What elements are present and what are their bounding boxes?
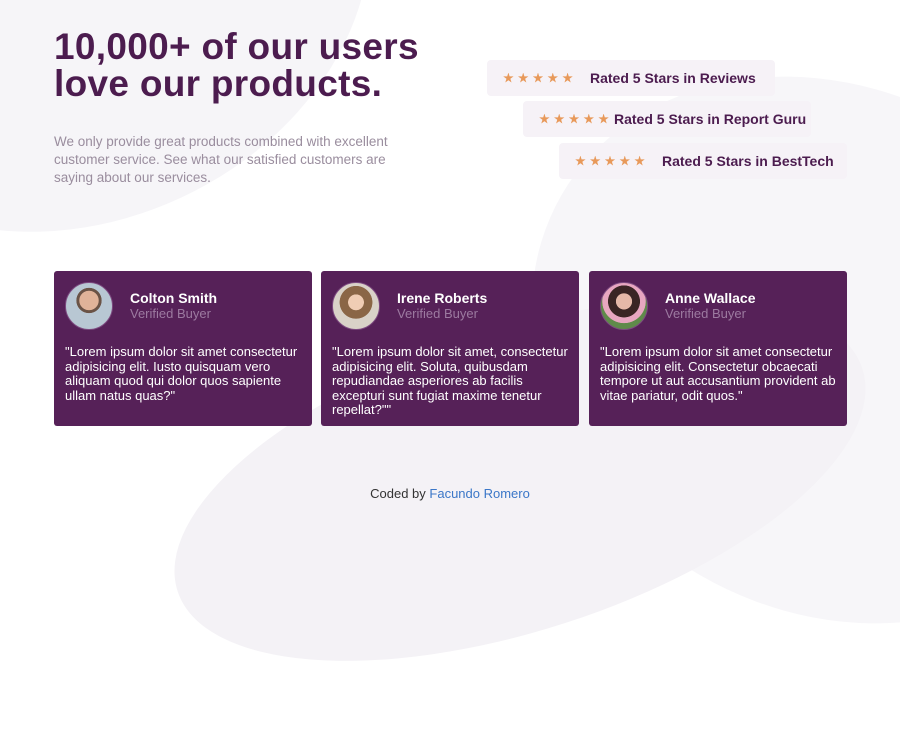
testimonial-card: Anne Wallace Verified Buyer "Lorem ipsum… — [589, 271, 847, 426]
attribution: Coded by Facundo Romero — [0, 486, 900, 501]
testimonial-quote: "Lorem ipsum dolor sit amet consectetur … — [65, 344, 298, 403]
reviewer-name: Colton Smith — [130, 290, 218, 306]
reviewer-name: Irene Roberts — [397, 290, 488, 306]
verified-badge: Verified Buyer — [130, 306, 211, 321]
intro-text: We only provide great products combined … — [54, 134, 388, 185]
star-icon — [554, 113, 565, 124]
star-icon — [590, 155, 601, 166]
star-rating — [539, 113, 609, 125]
star-icon — [547, 72, 558, 83]
title-line-2: love our products. — [54, 63, 383, 104]
testimonial-card: Colton Smith Verified Buyer "Lorem ipsum… — [54, 271, 312, 426]
star-icon — [634, 155, 645, 166]
rating-label: Rated 5 Stars in Report Guru — [614, 111, 807, 127]
star-icon — [604, 155, 616, 166]
star-icon — [575, 155, 586, 166]
verified-badge: Verified Buyer — [665, 306, 746, 321]
rating-reviews: Rated 5 Stars in Reviews — [487, 60, 775, 96]
star-icon — [539, 113, 550, 124]
star-icon — [518, 72, 529, 83]
author-link[interactable]: Facundo Romero — [429, 486, 529, 501]
rating-besttech: Rated 5 Stars in BestTech — [559, 143, 847, 179]
star-icon — [568, 113, 580, 124]
star-icon — [562, 72, 573, 83]
star-icon — [503, 72, 514, 83]
avatar — [332, 282, 380, 330]
reviewer-name: Anne Wallace — [665, 290, 756, 306]
star-icon — [583, 113, 594, 124]
rating-label: Rated 5 Stars in Reviews — [590, 70, 756, 86]
star-icon — [532, 72, 544, 83]
testimonial-card: Irene Roberts Verified Buyer "Lorem ipsu… — [321, 271, 579, 426]
testimonial-quote: "Lorem ipsum dolor sit amet, consectetur… — [332, 344, 568, 417]
title-line-1: 10,000+ of our users — [54, 26, 419, 67]
verified-badge: Verified Buyer — [397, 306, 478, 321]
page-title: 10,000+ of our users love our products. — [54, 28, 454, 102]
star-icon — [598, 113, 609, 124]
avatar — [600, 282, 648, 330]
attribution-prefix: Coded by — [370, 486, 426, 501]
rating-report-guru: Rated 5 Stars in Report Guru — [523, 101, 811, 137]
star-rating — [575, 155, 645, 167]
testimonial-quote: "Lorem ipsum dolor sit amet consectetur … — [600, 344, 836, 403]
star-rating — [503, 72, 573, 84]
rating-label: Rated 5 Stars in BestTech — [662, 153, 834, 169]
star-icon — [619, 155, 630, 166]
avatar — [65, 282, 113, 330]
